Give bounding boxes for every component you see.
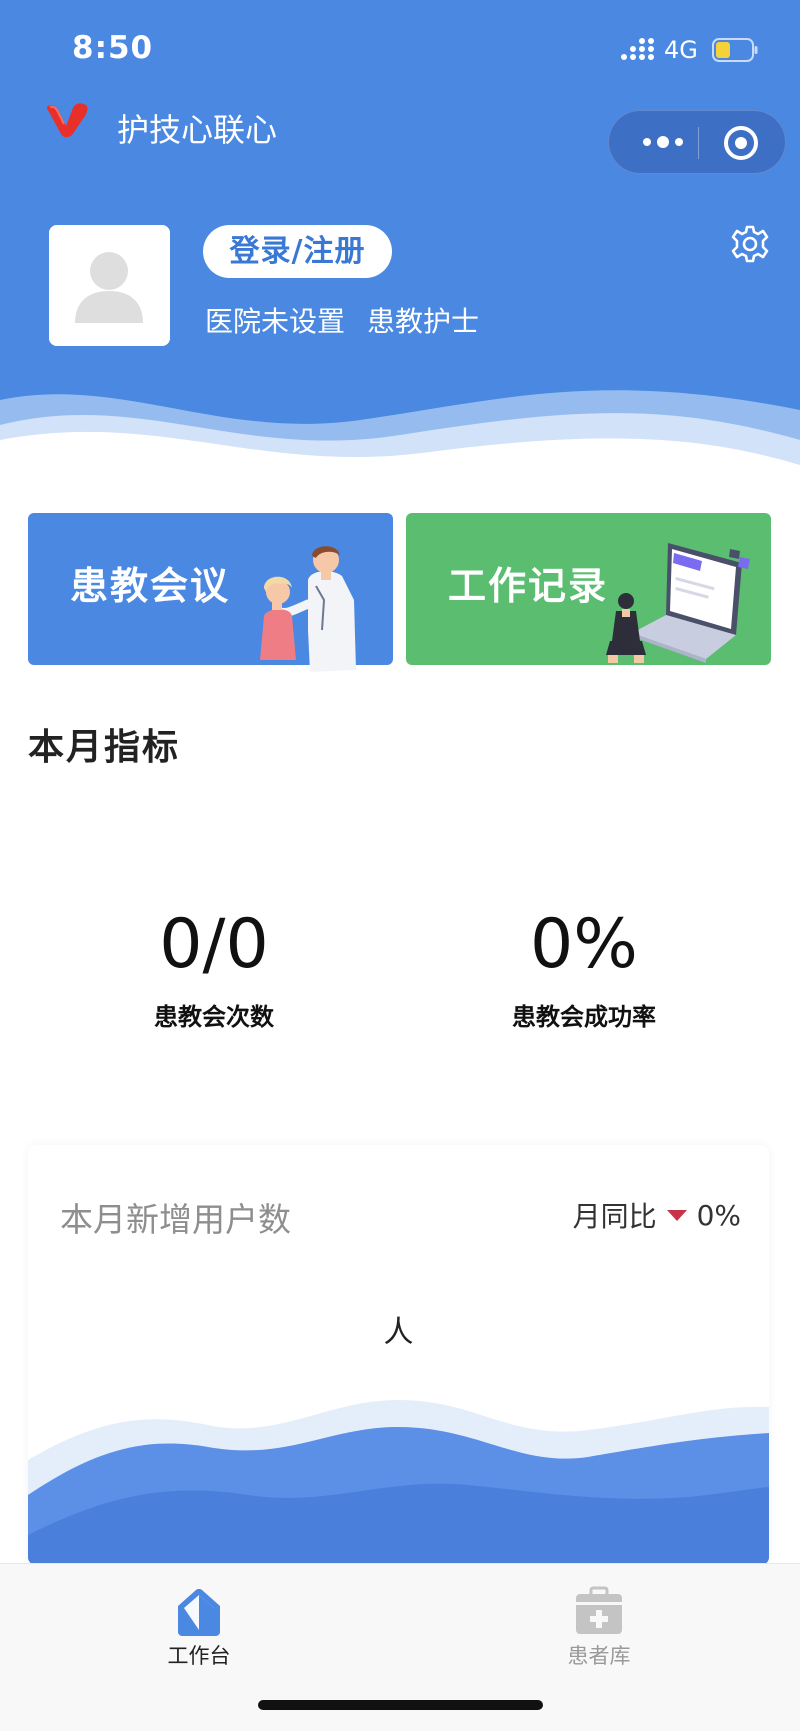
app-logo-icon <box>46 103 88 138</box>
decrease-arrow-icon <box>666 1209 687 1221</box>
users-wave-decoration <box>28 1400 769 1565</box>
capsule-divider <box>698 127 699 159</box>
header-wave-decoration <box>0 390 800 490</box>
tab-label: 患者库 <box>567 1644 631 1668</box>
work-record-card[interactable]: 工作记录 <box>406 513 771 665</box>
metric-label: 患教会成功率 <box>512 1003 656 1031</box>
new-users-card: 本月新增用户数 月同比 0% 人 <box>28 1145 769 1565</box>
close-miniprogram-icon[interactable] <box>721 123 761 163</box>
metric-meeting-count: 0/0 患教会次数 <box>64 905 364 1032</box>
workbench-icon <box>178 1589 220 1636</box>
metric-success-rate: 0% 患教会成功率 <box>434 905 734 1032</box>
month-over-month: 月同比 0% <box>573 1195 741 1235</box>
default-avatar-icon <box>49 225 170 346</box>
compare-label: 月同比 <box>572 1200 657 1233</box>
metric-value: 0% <box>530 905 638 984</box>
battery-icon <box>712 38 758 62</box>
app-title: 护技心联心 <box>117 111 278 149</box>
new-users-title: 本月新增用户数 <box>60 1200 291 1239</box>
medical-kit-icon <box>576 1586 622 1634</box>
status-time: 8:50 <box>72 30 154 66</box>
cellular-signal-icon <box>621 38 654 60</box>
compare-value: 0% <box>696 1198 741 1232</box>
status-bar: 8:50 4G <box>0 0 800 90</box>
laptop-person-illustration <box>606 543 750 663</box>
login-register-button[interactable]: 登录/注册 <box>203 225 392 278</box>
network-type: 4G <box>664 36 698 64</box>
patient-education-meeting-card[interactable]: 患教会议 <box>28 513 393 672</box>
profile-meta: 医院未设置 患教护士 <box>205 300 479 340</box>
more-icon[interactable] <box>635 125 691 159</box>
doctor-patient-illustration <box>260 546 356 672</box>
miniprogram-capsule <box>608 110 786 174</box>
section-title-monthly-metrics: 本月指标 <box>28 727 181 768</box>
metric-label: 患教会次数 <box>154 1003 274 1031</box>
gear-icon[interactable] <box>730 224 770 264</box>
card-label-meeting: 患教会议 <box>70 564 231 608</box>
role-label: 患教护士 <box>367 305 480 338</box>
tab-patient-library[interactable]: 患者库 <box>519 1574 679 1670</box>
card-label-record: 工作记录 <box>448 564 609 608</box>
home-indicator <box>258 1700 543 1710</box>
metric-value: 0/0 <box>159 905 269 984</box>
tab-label: 工作台 <box>167 1644 231 1668</box>
new-users-unit: 人 <box>383 1315 414 1350</box>
tab-workbench[interactable]: 工作台 <box>119 1574 279 1670</box>
hospital-label: 医院未设置 <box>205 305 346 338</box>
avatar[interactable] <box>49 225 170 346</box>
